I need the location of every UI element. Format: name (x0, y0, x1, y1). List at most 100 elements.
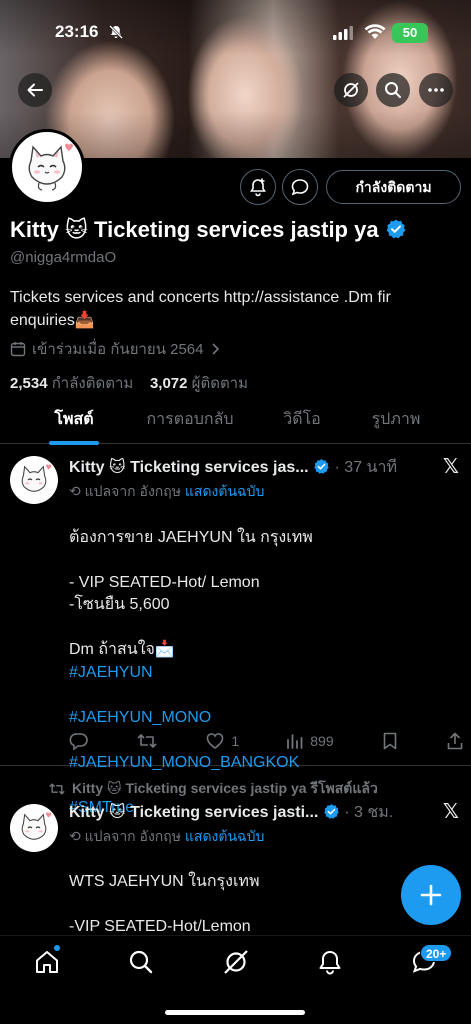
x-grok-button[interactable]: 𝕏 (443, 454, 459, 479)
tweet-header: Kitty 🐱 Ticketing services jas... · 37 น… (69, 455, 397, 480)
followers-count: 3,072 (149, 375, 188, 392)
profile-handle: @nigga4rmdaO (10, 249, 117, 266)
message-button[interactable] (282, 169, 318, 205)
tweet-author-name[interactable]: Kitty 🐱 Ticketing services jasti... (69, 804, 318, 821)
profile-name: Kitty 🐱 Ticketing services jastip ya (10, 217, 407, 243)
search-icon (385, 82, 401, 98)
status-time: 23:16 (55, 22, 99, 41)
tab-label: รูปภาพ (371, 411, 421, 428)
chat-bubble-icon (291, 179, 309, 196)
tab-media[interactable]: รูปภาพ (360, 402, 432, 444)
following-button[interactable]: กำลังติดตาม (326, 170, 461, 204)
tweet-author-name[interactable]: Kitty 🐱 Ticketing services jas... (69, 459, 309, 476)
grok-icon[interactable] (222, 948, 250, 976)
heart-icon (207, 733, 224, 749)
translated-from: แปลจาก อังกฤษ (84, 828, 181, 844)
tab-posts[interactable]: โพสต์ (40, 402, 108, 445)
x-logo-icon: 𝕏 (442, 456, 459, 478)
kitty-avatar-icon (21, 812, 52, 840)
tweet-time: · 3 ชม. (344, 804, 394, 821)
wifi-icon (364, 24, 386, 39)
following-label: กำลังติดตาม (51, 375, 134, 392)
profile-bio: Tickets services and concerts http://ass… (10, 289, 391, 329)
messages-badge: 20+ (420, 944, 453, 962)
notifications-button[interactable] (240, 169, 276, 205)
hashtag-link[interactable]: #JAEHYUN_MONO (69, 707, 459, 730)
calendar-icon (10, 342, 26, 357)
reply-icon (69, 733, 88, 751)
tweet-actions: 1 899 (69, 729, 464, 753)
followers-label: ผู้ติดตาม (191, 375, 248, 392)
share-button[interactable] (446, 731, 464, 751)
profile-stats: 2,534 กำลังติดตาม 3,072 ผู้ติดตาม (10, 371, 248, 395)
repost-button[interactable] (136, 731, 158, 751)
joined-date: เข้าร่วมเมื่อ กันยายน 2564 (10, 337, 220, 361)
avatar (10, 456, 58, 504)
kitty-avatar-icon (21, 464, 52, 492)
tab-label: โพสต์ (54, 411, 94, 428)
arrow-left-icon (27, 83, 43, 97)
home-indicator (165, 1010, 305, 1015)
views-chart-icon (287, 734, 303, 749)
following-count: 2,534 (10, 375, 48, 392)
like-count: 1 (231, 733, 240, 749)
verified-badge-icon (314, 459, 329, 474)
translation-note: ⟲ แปลจาก อังกฤษ แสดงต้นฉบับ (69, 826, 264, 848)
bookmark-button[interactable] (381, 731, 399, 751)
search-button[interactable] (376, 73, 410, 107)
cellular-signal-icon (333, 26, 353, 40)
tab-replies[interactable]: การตอบกลับ (130, 402, 250, 444)
home-unread-dot (54, 945, 60, 951)
more-button[interactable] (419, 73, 453, 107)
home-icon[interactable] (33, 948, 61, 976)
profile-display-name: Kitty 🐱 Ticketing services jastip ya (10, 217, 379, 242)
status-bar: 23:16 50 (0, 22, 471, 46)
compose-button[interactable] (401, 865, 461, 925)
x-grok-button[interactable]: 𝕏 (443, 799, 459, 824)
bell-plus-icon (250, 178, 266, 197)
views-button[interactable]: 899 (286, 732, 334, 750)
show-original-link[interactable]: แสดงต้นฉบับ (185, 483, 264, 499)
joined-text: เข้าร่วมเมื่อ กันยายน 2564 (32, 341, 204, 358)
mute-bell-icon (109, 25, 123, 39)
repost-icon (137, 734, 157, 748)
tweet-avatar[interactable] (10, 804, 58, 852)
tab-label: การตอบกลับ (146, 411, 234, 428)
tweet[interactable]: Kitty 🐱 Ticketing services jas... · 37 น… (0, 444, 471, 816)
translated-from: แปลจาก อังกฤษ (84, 483, 181, 499)
grok-button[interactable] (334, 73, 368, 107)
avatar (10, 804, 58, 852)
x-logo-icon: 𝕏 (442, 801, 459, 823)
profile-avatar[interactable] (9, 129, 85, 205)
translate-icon: ⟲ (69, 483, 81, 499)
verified-badge-icon (324, 804, 339, 819)
like-button[interactable]: 1 (205, 731, 239, 751)
notifications-bell-icon[interactable] (316, 948, 344, 976)
battery-indicator: 50 (392, 23, 428, 43)
following-stat[interactable]: 2,534 กำลังติดตาม (10, 375, 133, 392)
grok-icon (343, 82, 359, 98)
view-count: 899 (310, 733, 334, 749)
tab-label: วิดีโอ (283, 411, 321, 428)
tab-videos[interactable]: วิดีโอ (268, 402, 336, 444)
explore-search-icon[interactable] (127, 948, 155, 976)
chevron-right-icon (211, 343, 219, 355)
more-dots-icon (428, 88, 444, 92)
tweet-time: · 37 นาที (334, 459, 397, 476)
hashtag-link[interactable]: #JAEHYUN (69, 662, 459, 685)
translation-note: ⟲ แปลจาก อังกฤษ แสดงต้นฉบับ (69, 481, 264, 503)
plus-icon (420, 884, 442, 906)
bookmark-icon (383, 732, 397, 750)
kitty-avatar-icon (28, 143, 73, 191)
followers-stat[interactable]: 3,072 ผู้ติดตาม (150, 375, 248, 392)
reply-button[interactable] (69, 731, 89, 751)
profile-tabs: โพสต์ การตอบกลับ วิดีโอ รูปภาพ (0, 402, 471, 445)
translate-icon: ⟲ (69, 828, 81, 844)
share-icon (447, 732, 463, 750)
show-original-link[interactable]: แสดงต้นฉบับ (185, 828, 264, 844)
back-button[interactable] (18, 73, 52, 107)
tweet-avatar[interactable] (10, 456, 58, 504)
tweet-text: ต้องการขาย JAEHYUN ใน กรุงเทพ - VIP SEAT… (69, 528, 313, 659)
verified-badge-icon (386, 219, 406, 239)
tweet-header: Kitty 🐱 Ticketing services jasti... · 3 … (69, 800, 393, 825)
